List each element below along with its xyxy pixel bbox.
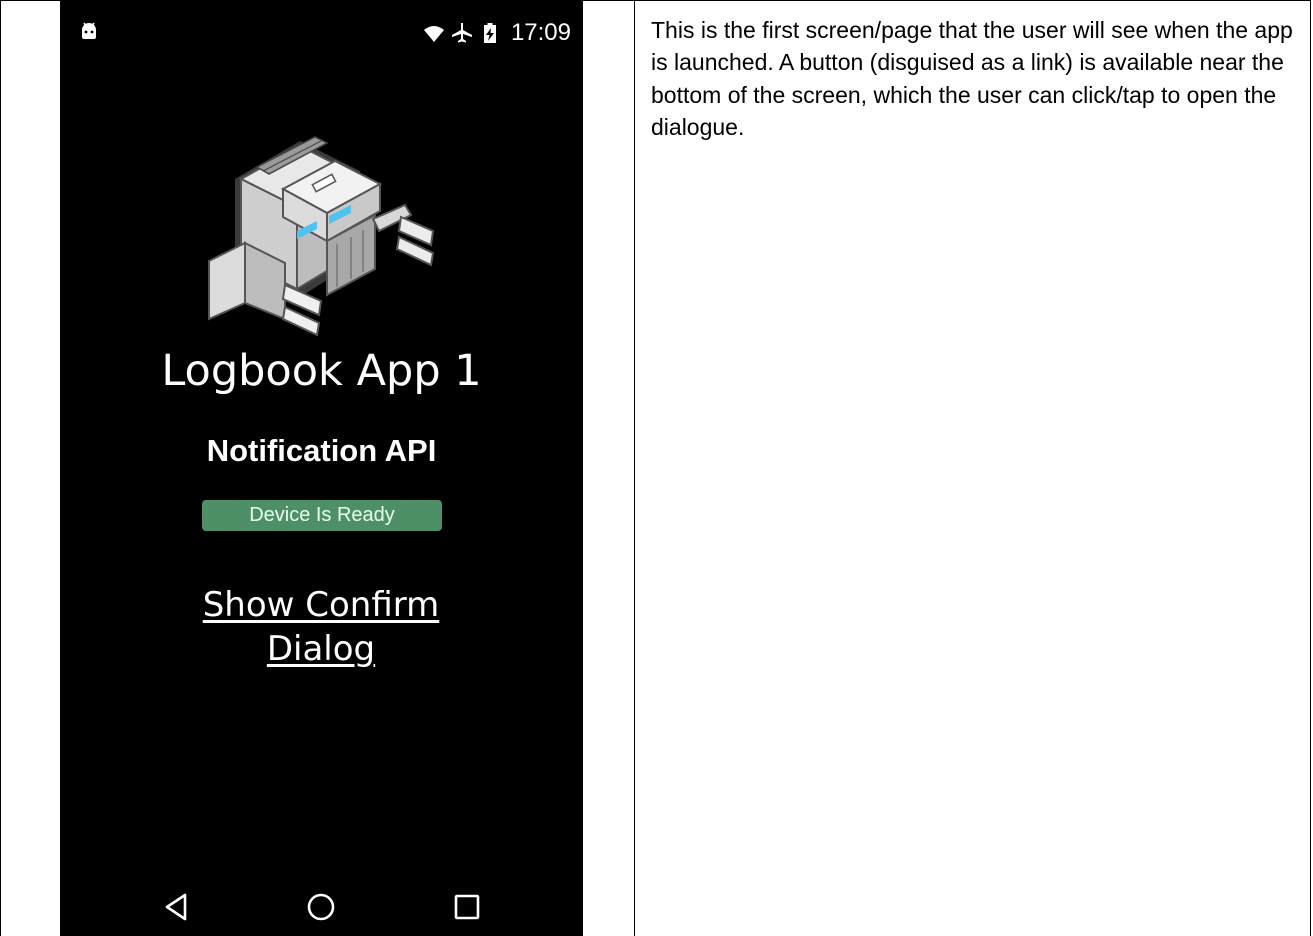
phone-screenshot: 17:09 Logbook App 1 Notification API Dev…: [60, 1, 583, 936]
table-cell-divider: [634, 0, 635, 936]
home-icon[interactable]: [305, 891, 337, 923]
robot-logo-icon: [208, 136, 435, 337]
airplane-icon: [451, 23, 472, 43]
device-status-badge: Device Is Ready: [202, 500, 442, 531]
status-time: 17:09: [510, 19, 571, 46]
description-text: This is the first screen/page that the u…: [651, 17, 1293, 141]
android-debug-icon: [82, 22, 96, 39]
battery-charging-icon: [483, 23, 496, 43]
back-icon[interactable]: [161, 891, 193, 923]
wifi-icon: [423, 26, 444, 42]
app-title: Logbook App 1: [161, 346, 482, 396]
navigation-bar: [60, 871, 583, 936]
page-subtitle: Notification API: [206, 433, 437, 468]
recents-icon[interactable]: [451, 891, 483, 923]
status-icons: 17:09: [423, 18, 571, 48]
show-confirm-dialog-link[interactable]: Show Confirm Dialog: [171, 583, 471, 671]
status-bar: 17:09: [60, 1, 583, 65]
